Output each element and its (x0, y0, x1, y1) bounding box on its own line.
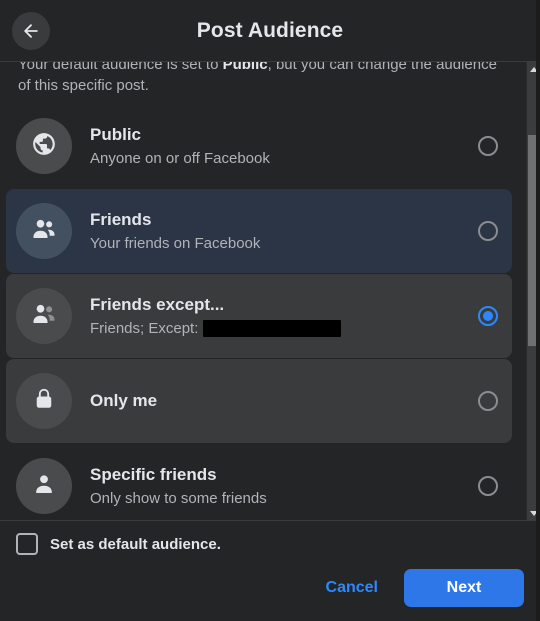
option-text-only-me: Only me (90, 390, 466, 412)
globe-icon-wrap (16, 118, 72, 174)
lock-icon (31, 386, 57, 417)
option-subtitle: Friends; Except: (90, 318, 466, 339)
globe-icon (31, 131, 57, 162)
cancel-button[interactable]: Cancel (310, 571, 394, 605)
radio-friends-except[interactable] (478, 306, 498, 326)
intro-text: Your default audience is set to Public, … (0, 62, 518, 96)
option-title: Public (90, 124, 142, 144)
set-default-audience-checkbox[interactable] (16, 533, 38, 555)
people-except-icon-wrap (16, 288, 72, 344)
option-text-friends-except: Friends except... Friends; Except: (90, 294, 466, 339)
option-row-friends[interactable]: Friends Your friends on Facebook (6, 189, 512, 273)
option-row-friends-except[interactable]: Friends except... Friends; Except: (6, 274, 512, 358)
next-button[interactable]: Next (404, 569, 524, 607)
option-row-specific-friends[interactable]: Specific friends Only show to some frien… (6, 444, 512, 520)
intro-bold: Public (222, 62, 268, 73)
page-title: Post Audience (196, 18, 344, 42)
options-scroll-area: Your default audience is set to Public, … (0, 62, 526, 520)
person-icon (31, 471, 57, 502)
intro-prefix: Your default audience is set to (18, 62, 223, 73)
set-default-audience-row[interactable]: Set as default audience. (16, 533, 524, 555)
person-icon-wrap (16, 458, 72, 514)
dialog-header: Post Audience (0, 0, 540, 62)
option-subtitle-text: Your friends on Facebook (90, 234, 261, 252)
option-title: Friends (90, 209, 152, 229)
set-default-audience-label: Set as default audience. (50, 535, 221, 553)
post-audience-dialog: Post Audience Your default audience is s… (0, 0, 540, 621)
option-subtitle: Your friends on Facebook (90, 233, 466, 254)
dialog-footer: Set as default audience. Cancel Next (0, 520, 540, 621)
radio-specific-friends[interactable] (478, 476, 498, 496)
option-subtitle: Anyone on or off Facebook (90, 148, 466, 169)
option-subtitle-text: Only show to some friends (90, 489, 267, 507)
option-subtitle-text: Anyone on or off Facebook (90, 149, 270, 167)
option-title: Specific friends (90, 464, 217, 484)
option-text-public: Public Anyone on or off Facebook (90, 124, 466, 169)
footer-actions: Cancel Next (16, 569, 524, 607)
two-people-icon (30, 215, 58, 248)
option-subtitle: Only show to some friends (90, 488, 466, 509)
lock-icon-wrap (16, 373, 72, 429)
radio-only-me[interactable] (478, 391, 498, 411)
people-except-icon (30, 300, 58, 333)
window-edge-strip (536, 0, 540, 621)
option-subtitle-text: Friends; Except: (90, 319, 199, 337)
two-people-icon-wrap (16, 203, 72, 259)
radio-public[interactable] (478, 136, 498, 156)
audience-option-list: Public Anyone on or off Facebook Friends… (0, 104, 518, 520)
option-text-friends: Friends Your friends on Facebook (90, 209, 466, 254)
radio-friends[interactable] (478, 221, 498, 241)
option-text-specific-friends: Specific friends Only show to some frien… (90, 464, 466, 509)
option-title: Only me (90, 391, 158, 410)
back-button[interactable] (12, 12, 50, 50)
arrow-left-icon (21, 21, 41, 41)
option-title: Friends except... (90, 294, 225, 314)
redacted-name-block (203, 319, 342, 337)
option-row-only-me[interactable]: Only me (6, 359, 512, 443)
dialog-body: Your default audience is set to Public, … (0, 62, 540, 520)
option-row-public[interactable]: Public Anyone on or off Facebook (6, 104, 512, 188)
